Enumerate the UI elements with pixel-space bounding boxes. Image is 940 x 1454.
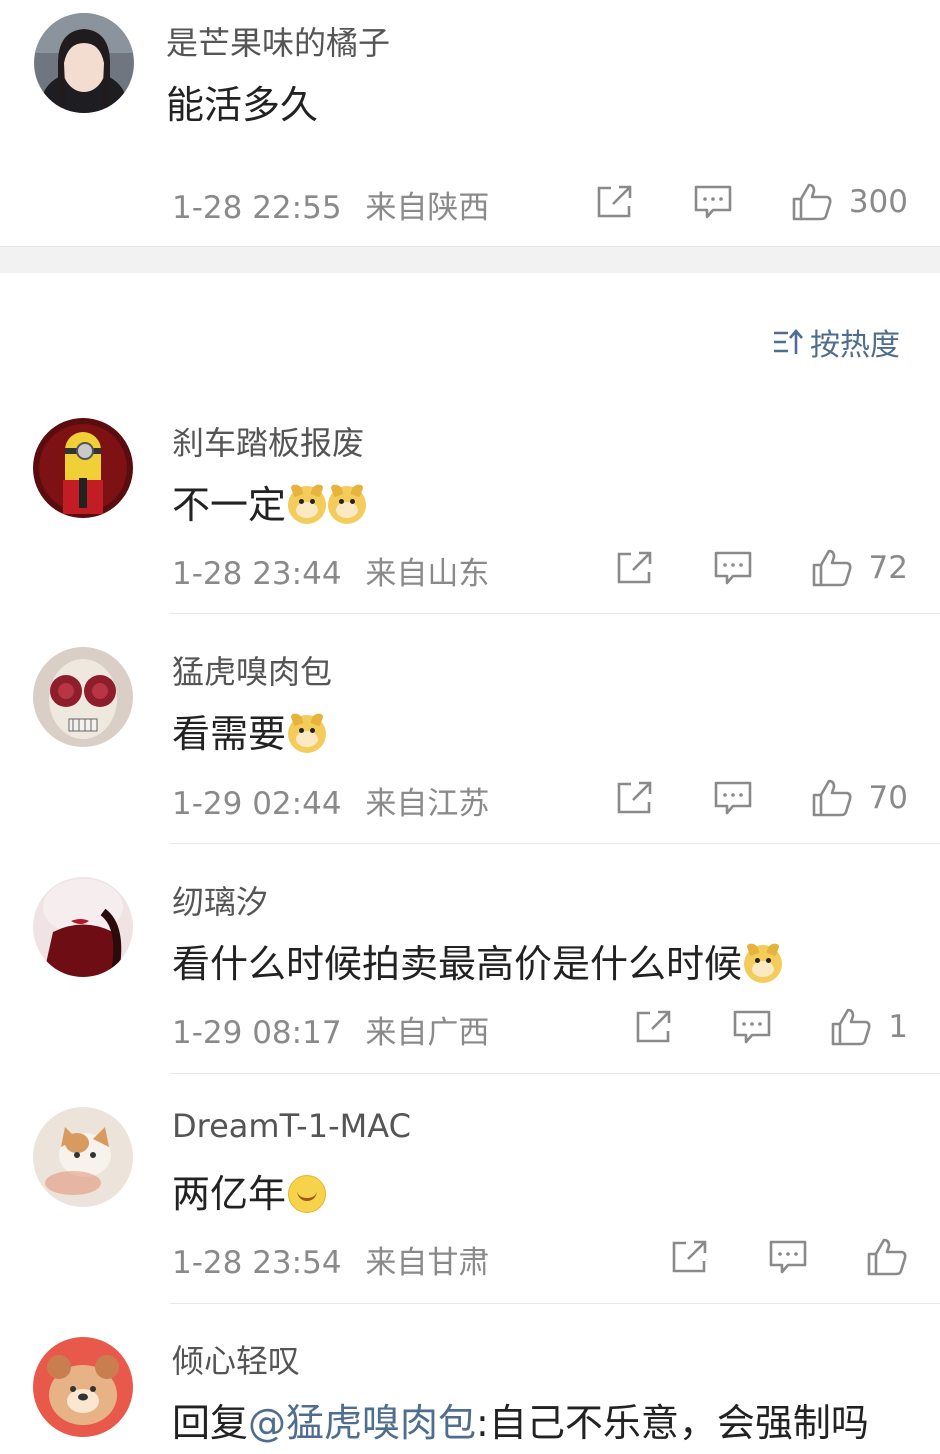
like-button[interactable] <box>866 1237 908 1277</box>
timestamp: 1-29 02:44 <box>172 786 342 822</box>
like-button[interactable]: 300 <box>791 182 908 222</box>
avatar[interactable] <box>33 647 133 747</box>
comment-button[interactable] <box>693 184 733 220</box>
comment-meta: 1-29 02:44 来自江苏 <box>172 778 489 823</box>
share-icon <box>636 1010 671 1043</box>
doge-emoji-icon <box>288 715 327 753</box>
sort-icon <box>774 329 803 354</box>
comment-body: 看需要 <box>172 712 287 756</box>
comment-button[interactable] <box>732 1009 772 1045</box>
comment-icon <box>733 1010 771 1044</box>
doge-emoji-icon <box>744 945 783 983</box>
username[interactable]: 倾心轻叹 <box>172 1336 300 1382</box>
comment-actions: 300 <box>595 182 908 222</box>
location: 来自陕西 <box>365 190 490 226</box>
share-button[interactable] <box>595 184 635 220</box>
comment-text: 看什么时候拍卖最高价是什么时候 <box>172 933 783 988</box>
share-button[interactable] <box>634 1009 674 1045</box>
comment-meta: 1-28 23:54 来自甘肃 <box>172 1237 489 1282</box>
share-button[interactable] <box>670 1239 710 1275</box>
comment-actions: 72 <box>615 548 908 588</box>
share-button[interactable] <box>615 780 655 816</box>
comment-actions: 1 <box>634 1007 908 1047</box>
comment-button[interactable] <box>713 550 753 586</box>
comment-separator <box>170 1303 940 1304</box>
comment-actions <box>670 1237 908 1277</box>
comment-text: 不一定 <box>172 474 367 529</box>
comment-icon <box>714 781 751 815</box>
doge-emoji-icon <box>328 486 367 524</box>
comment-text: 回复@猛虎嗅肉包:自己不乐意，会强制吗 <box>172 1392 869 1447</box>
timestamp: 1-28 23:54 <box>172 1245 342 1281</box>
location: 来自广西 <box>365 1015 490 1051</box>
avatar[interactable] <box>33 418 133 518</box>
like-button[interactable]: 72 <box>811 548 908 588</box>
username[interactable]: 刹车踏板报废 <box>172 418 364 464</box>
username[interactable]: 纫璃汐 <box>172 877 268 923</box>
like-icon <box>812 549 852 587</box>
comment-meta: 1-28 22:55 来自陕西 <box>172 182 489 227</box>
like-count: 72 <box>868 550 908 586</box>
like-icon <box>831 1008 871 1046</box>
comment-meta: 1-28 23:44 来自山东 <box>172 548 489 593</box>
timestamp: 1-28 23:44 <box>172 556 342 592</box>
location: 来自甘肃 <box>365 1245 490 1281</box>
comment-text: 看需要 <box>172 703 327 758</box>
comment-button[interactable] <box>713 780 753 816</box>
username[interactable]: DreamT-1-MAC <box>172 1107 411 1145</box>
like-icon <box>792 183 832 221</box>
comment-body: 不一定 <box>172 483 287 527</box>
comment-button[interactable] <box>768 1239 808 1275</box>
comment-separator <box>170 1073 940 1074</box>
location: 来自山东 <box>365 556 490 592</box>
like-count: 1 <box>888 1009 908 1045</box>
comment-meta: 1-29 08:17 来自广西 <box>172 1007 489 1052</box>
sort-toggle[interactable]: 按热度 <box>772 322 900 363</box>
comment-body: 看什么时候拍卖最高价是什么时候 <box>172 942 743 986</box>
sort-label: 按热度 <box>810 328 900 363</box>
comment-text: 两亿年 <box>172 1163 327 1218</box>
like-count: 70 <box>868 780 908 816</box>
reply-prefix: 回复 <box>172 1401 249 1445</box>
avatar[interactable] <box>34 13 134 113</box>
comment-icon <box>769 1240 807 1274</box>
share-icon <box>597 185 632 218</box>
username[interactable]: 是芒果味的橘子 <box>166 18 390 64</box>
smile-emoji-icon <box>288 1175 327 1213</box>
comment-body: 两亿年 <box>172 1172 287 1216</box>
username[interactable]: 猛虎嗅肉包 <box>172 647 332 693</box>
like-button[interactable]: 70 <box>811 778 908 818</box>
avatar[interactable] <box>33 1337 133 1437</box>
location: 来自江苏 <box>365 786 490 822</box>
top-comment: 是芒果味的橘子 能活多久 1-28 22:55 来自陕西 300 <box>0 0 940 246</box>
doge-emoji-icon <box>288 486 327 524</box>
share-icon <box>672 1240 707 1273</box>
avatar[interactable] <box>33 877 133 977</box>
comment-separator <box>170 843 940 844</box>
like-icon <box>812 779 852 817</box>
timestamp: 1-29 08:17 <box>172 1015 342 1051</box>
section-divider <box>0 246 940 273</box>
mention-link[interactable]: @猛虎嗅肉包 <box>248 1401 476 1445</box>
avatar[interactable] <box>33 1107 133 1207</box>
comment-actions: 70 <box>615 778 908 818</box>
share-icon <box>617 551 651 584</box>
share-button[interactable] <box>615 550 655 586</box>
comment-icon <box>714 551 751 585</box>
timestamp: 1-28 22:55 <box>172 190 342 226</box>
like-button[interactable]: 1 <box>830 1007 908 1047</box>
comment-separator <box>170 613 940 614</box>
comment-icon <box>694 185 732 219</box>
comment-body: :自己不乐意，会强制吗 <box>476 1401 869 1445</box>
share-icon <box>617 781 651 814</box>
comment-text: 能活多久 <box>166 83 319 127</box>
like-icon <box>867 1238 907 1276</box>
like-count: 300 <box>848 184 908 220</box>
